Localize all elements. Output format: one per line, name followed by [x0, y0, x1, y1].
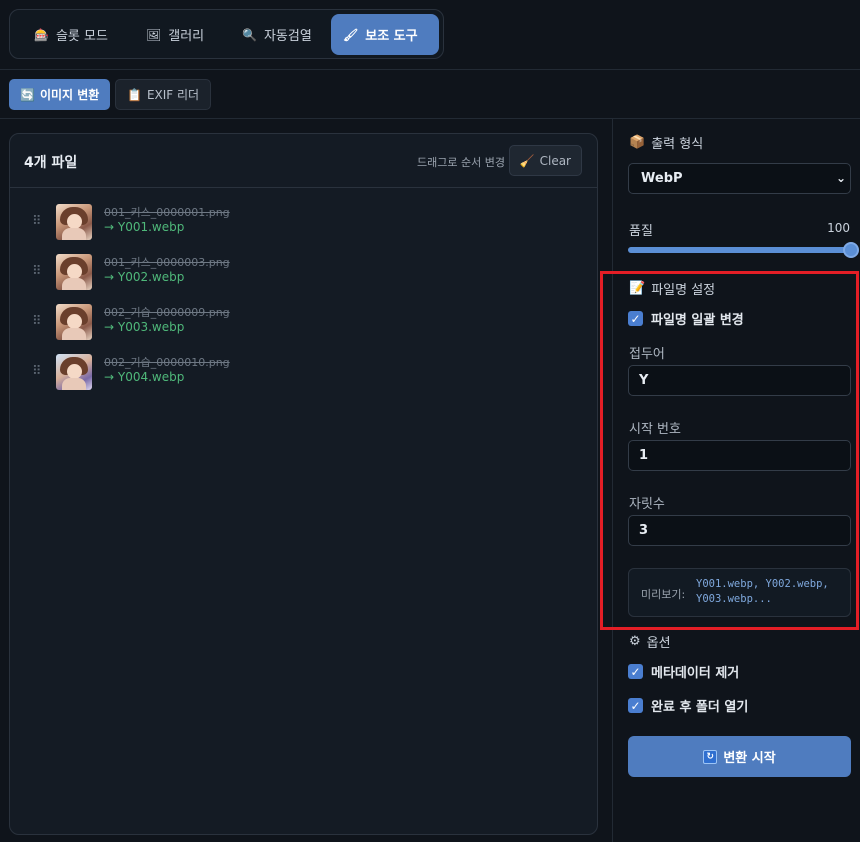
file-row[interactable]: ⠿ 001_키스_0000003.png → Y002.webp — [10, 252, 597, 296]
renamed-filename: → Y003.webp — [104, 320, 185, 334]
subtab-exif-reader[interactable]: 📋 EXIF 리더 — [115, 79, 212, 110]
renamed-filename: → Y002.webp — [104, 270, 185, 284]
original-filename: 002_기습_0000010.png — [104, 356, 230, 369]
subtab-image-convert[interactable]: 🔄 이미지 변환 — [9, 79, 111, 110]
file-list-panel: 4개 파일 드래그로 순서 변경 🧹 Clear ⠿ 001_키스_000000… — [9, 133, 598, 835]
tab-slot-mode[interactable]: 🎰 슬롯 모드 — [22, 14, 120, 55]
renamed-filename: → Y001.webp — [104, 220, 185, 234]
quality-slider[interactable] — [628, 242, 859, 258]
drag-handle-icon[interactable]: ⠿ — [32, 214, 41, 229]
subtab-label: 이미지 변환 — [39, 88, 100, 102]
drag-handle-icon[interactable]: ⠿ — [32, 314, 41, 329]
tab-auto-censor[interactable]: 🔍 자동검열 — [230, 14, 324, 55]
start-convert-label: 변환 시작 — [723, 751, 776, 766]
gear-icon: ⚙ — [629, 634, 641, 649]
convert-icon: 🔄 — [20, 87, 35, 102]
package-icon: 📦 — [629, 135, 646, 150]
file-row[interactable]: ⠿ 001_키스_0000001.png → Y001.webp — [10, 202, 597, 246]
subtab-label: EXIF 리더 — [146, 88, 200, 102]
original-filename: 002_기습_0000009.png — [104, 306, 230, 319]
drag-handle-icon[interactable]: ⠿ — [32, 364, 41, 379]
open-folder-checkbox[interactable]: ✓ 완료 후 폴더 열기 — [628, 696, 748, 715]
highlight-box — [600, 271, 859, 630]
tab-label: 자동검열 — [263, 29, 312, 44]
file-row[interactable]: ⠿ 002_기습_0000010.png → Y004.webp — [10, 352, 597, 396]
quality-label: 품질 — [629, 224, 653, 239]
reorder-hint: 드래그로 순서 변경 — [417, 156, 505, 169]
clear-button[interactable]: 🧹 Clear — [508, 145, 582, 176]
format-value: WebP — [641, 171, 683, 186]
top-tab-bar: 🎰 슬롯 모드 🖼 갤러리 🔍 자동검열 🖌 보조 도구 — [0, 0, 860, 70]
quality-slider-fill — [628, 247, 851, 253]
remove-metadata-checkbox[interactable]: ✓ 메타데이터 제거 — [628, 662, 739, 681]
tab-tools[interactable]: 🖌 보조 도구 — [331, 14, 439, 55]
checkmark-icon: ✓ — [628, 664, 643, 679]
file-count-title: 4개 파일 — [24, 155, 78, 171]
options-title: ⚙ 옵션 — [629, 634, 671, 651]
open-folder-label: 완료 후 폴더 열기 — [651, 700, 749, 715]
clear-label: Clear — [539, 153, 571, 168]
file-row[interactable]: ⠿ 002_기습_0000009.png → Y003.webp — [10, 302, 597, 346]
mode-tab-group: 🎰 슬롯 모드 🖼 갤러리 🔍 자동검열 🖌 보조 도구 — [9, 9, 444, 59]
quality-slider-handle[interactable] — [843, 242, 859, 258]
tab-label: 슬롯 모드 — [55, 29, 108, 44]
output-format-title: 📦 출력 형식 — [629, 135, 704, 152]
file-thumbnail — [56, 354, 92, 390]
sub-tab-bar: 🔄 이미지 변환 📋 EXIF 리더 — [0, 70, 860, 119]
start-convert-button[interactable]: ↻ 변환 시작 — [628, 736, 851, 777]
chevron-down-icon: ⌄ — [835, 171, 846, 185]
checkmark-icon: ✓ — [628, 698, 643, 713]
original-filename: 001_키스_0000001.png — [104, 206, 230, 219]
quality-value: 100 — [827, 221, 850, 235]
search-icon: 🔍 — [242, 27, 257, 42]
remove-metadata-label: 메타데이터 제거 — [651, 666, 740, 681]
broom-icon: 🧹 — [519, 153, 535, 168]
clipboard-icon: 📋 — [127, 87, 142, 102]
tab-label: 갤러리 — [168, 29, 205, 44]
file-thumbnail — [56, 254, 92, 290]
format-select[interactable]: WebP ⌄ — [628, 163, 851, 194]
file-list-header: 4개 파일 드래그로 순서 변경 🧹 Clear — [10, 134, 597, 188]
tab-label: 보조 도구 — [365, 29, 418, 44]
original-filename: 001_키스_0000003.png — [104, 256, 230, 269]
gallery-icon: 🖼 — [146, 27, 162, 42]
file-thumbnail — [56, 304, 92, 340]
drag-handle-icon[interactable]: ⠿ — [32, 264, 41, 279]
convert-icon: ↻ — [703, 749, 718, 764]
tab-gallery[interactable]: 🖼 갤러리 — [134, 14, 216, 55]
slot-icon: 🎰 — [34, 27, 49, 42]
renamed-filename: → Y004.webp — [104, 370, 185, 384]
file-thumbnail — [56, 204, 92, 240]
brush-icon: 🖌 — [343, 27, 359, 42]
